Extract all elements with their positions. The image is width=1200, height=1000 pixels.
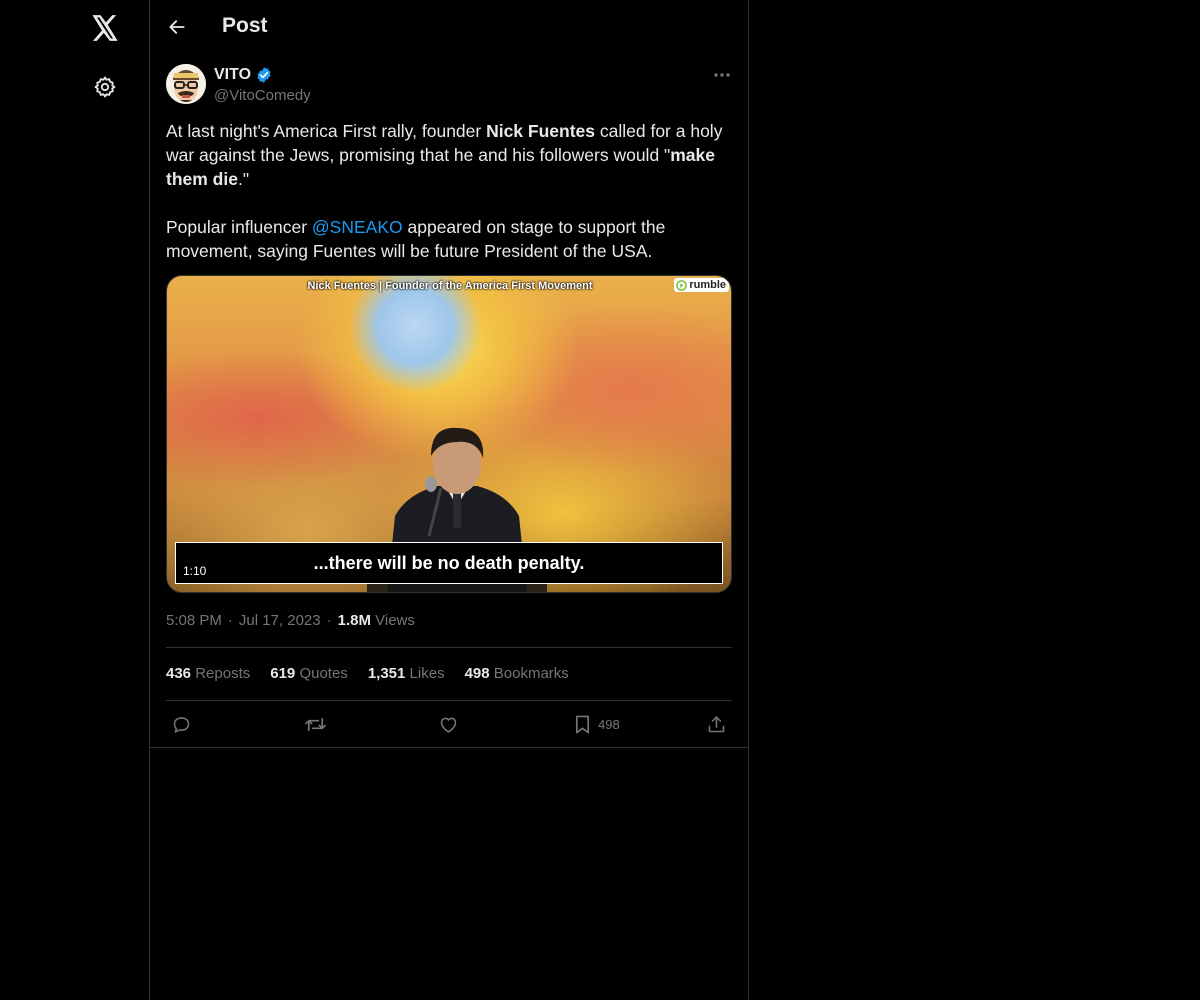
rumble-play-icon xyxy=(676,279,688,291)
video-player[interactable]: Nick Fuentes | Founder of the America Fi… xyxy=(166,275,732,593)
video-caption-top: Nick Fuentes | Founder of the America Fi… xyxy=(307,280,593,292)
main-column: Post VITO @VitoComedy At last night's Am… xyxy=(150,0,749,1000)
post-meta: 5:08 PM · Jul 17, 2023 · 1.8M Views xyxy=(166,612,415,629)
post-date[interactable]: Jul 17, 2023 xyxy=(239,612,321,629)
reply-button[interactable] xyxy=(171,712,192,736)
likes-label: Likes xyxy=(409,665,445,682)
text-bold-segment: Nick Fuentes xyxy=(486,121,596,141)
post-paragraph-2: Popular influencer @SNEAKO appeared on s… xyxy=(166,215,732,263)
more-dots-icon xyxy=(714,73,730,77)
repost-icon xyxy=(305,717,326,731)
app: Post VITO @VitoComedy At last night's Am… xyxy=(0,0,1200,1000)
views-count: 1.8M xyxy=(337,612,371,629)
share-icon xyxy=(708,715,725,732)
video-subtitle: ...there will be no death penalty. xyxy=(313,553,585,573)
bookmark-icon xyxy=(575,715,590,733)
heart-icon xyxy=(440,717,457,733)
page-title: Post xyxy=(222,14,268,37)
repost-button[interactable] xyxy=(304,712,327,736)
meta-separator: · xyxy=(326,612,332,629)
arrow-left-icon xyxy=(169,20,185,34)
divider xyxy=(150,747,748,748)
quotes-label: Quotes xyxy=(299,665,348,682)
quotes-count: 619 xyxy=(270,665,296,682)
quotes-stat[interactable]: 619 Quotes xyxy=(270,665,348,682)
author-name-label: VITO xyxy=(214,66,252,83)
author-handle[interactable]: @VitoComedy xyxy=(214,87,311,104)
bookmarks-count: 498 xyxy=(464,665,490,682)
more-options-button[interactable] xyxy=(706,62,738,88)
meta-separator: · xyxy=(227,612,233,629)
action-bar: 498 xyxy=(166,706,732,744)
post-stats: 436 Reposts 619 Quotes 1,351 Likes 498 B… xyxy=(166,665,569,682)
bookmarks-label: Bookmarks xyxy=(493,665,569,682)
text-segment: ." xyxy=(237,169,250,189)
video-duration: 1:10 xyxy=(183,564,207,578)
reposts-label: Reposts xyxy=(195,665,251,682)
video-subtitle-box: ...there will be no death penalty. xyxy=(175,542,723,584)
reposts-stat[interactable]: 436 Reposts xyxy=(166,665,250,682)
divider xyxy=(166,647,732,648)
verified-badge-icon xyxy=(257,67,271,83)
like-button[interactable] xyxy=(438,712,459,736)
video-brand-label: rumble xyxy=(689,279,726,291)
left-nav xyxy=(0,0,150,1000)
bookmark-button[interactable]: 498 xyxy=(573,712,620,736)
likes-count: 1,351 xyxy=(367,665,406,682)
x-home-link[interactable] xyxy=(81,4,129,52)
avatar[interactable] xyxy=(166,64,206,104)
post-text: At last night's America First rally, fou… xyxy=(166,119,732,263)
text-segment: Popular influencer xyxy=(166,217,312,237)
back-button[interactable] xyxy=(160,10,194,44)
divider xyxy=(166,700,732,701)
video-brand-badge: rumble xyxy=(674,278,729,292)
reply-icon xyxy=(173,716,190,733)
views-label: Views xyxy=(375,612,415,629)
author-name[interactable]: VITO xyxy=(214,66,273,84)
x-logo-icon xyxy=(92,15,118,41)
post-paragraph-1: At last night's America First rally, fou… xyxy=(166,119,732,191)
bookmarks-stat[interactable]: 498 Bookmarks xyxy=(465,665,569,682)
page-header: Post xyxy=(150,0,748,53)
reposts-count: 436 xyxy=(166,665,192,682)
avatar-cartoon-icon xyxy=(166,64,206,104)
post-time[interactable]: 5:08 PM xyxy=(166,612,222,629)
mention-link[interactable]: @SNEAKO xyxy=(312,217,403,237)
likes-stat[interactable]: 1,351 Likes xyxy=(368,665,445,682)
gear-icon xyxy=(94,76,116,98)
text-segment: At last night's America First rally, fou… xyxy=(166,121,487,141)
share-button[interactable] xyxy=(706,712,727,736)
settings-button[interactable] xyxy=(81,63,129,111)
bookmark-count: 498 xyxy=(598,716,620,732)
